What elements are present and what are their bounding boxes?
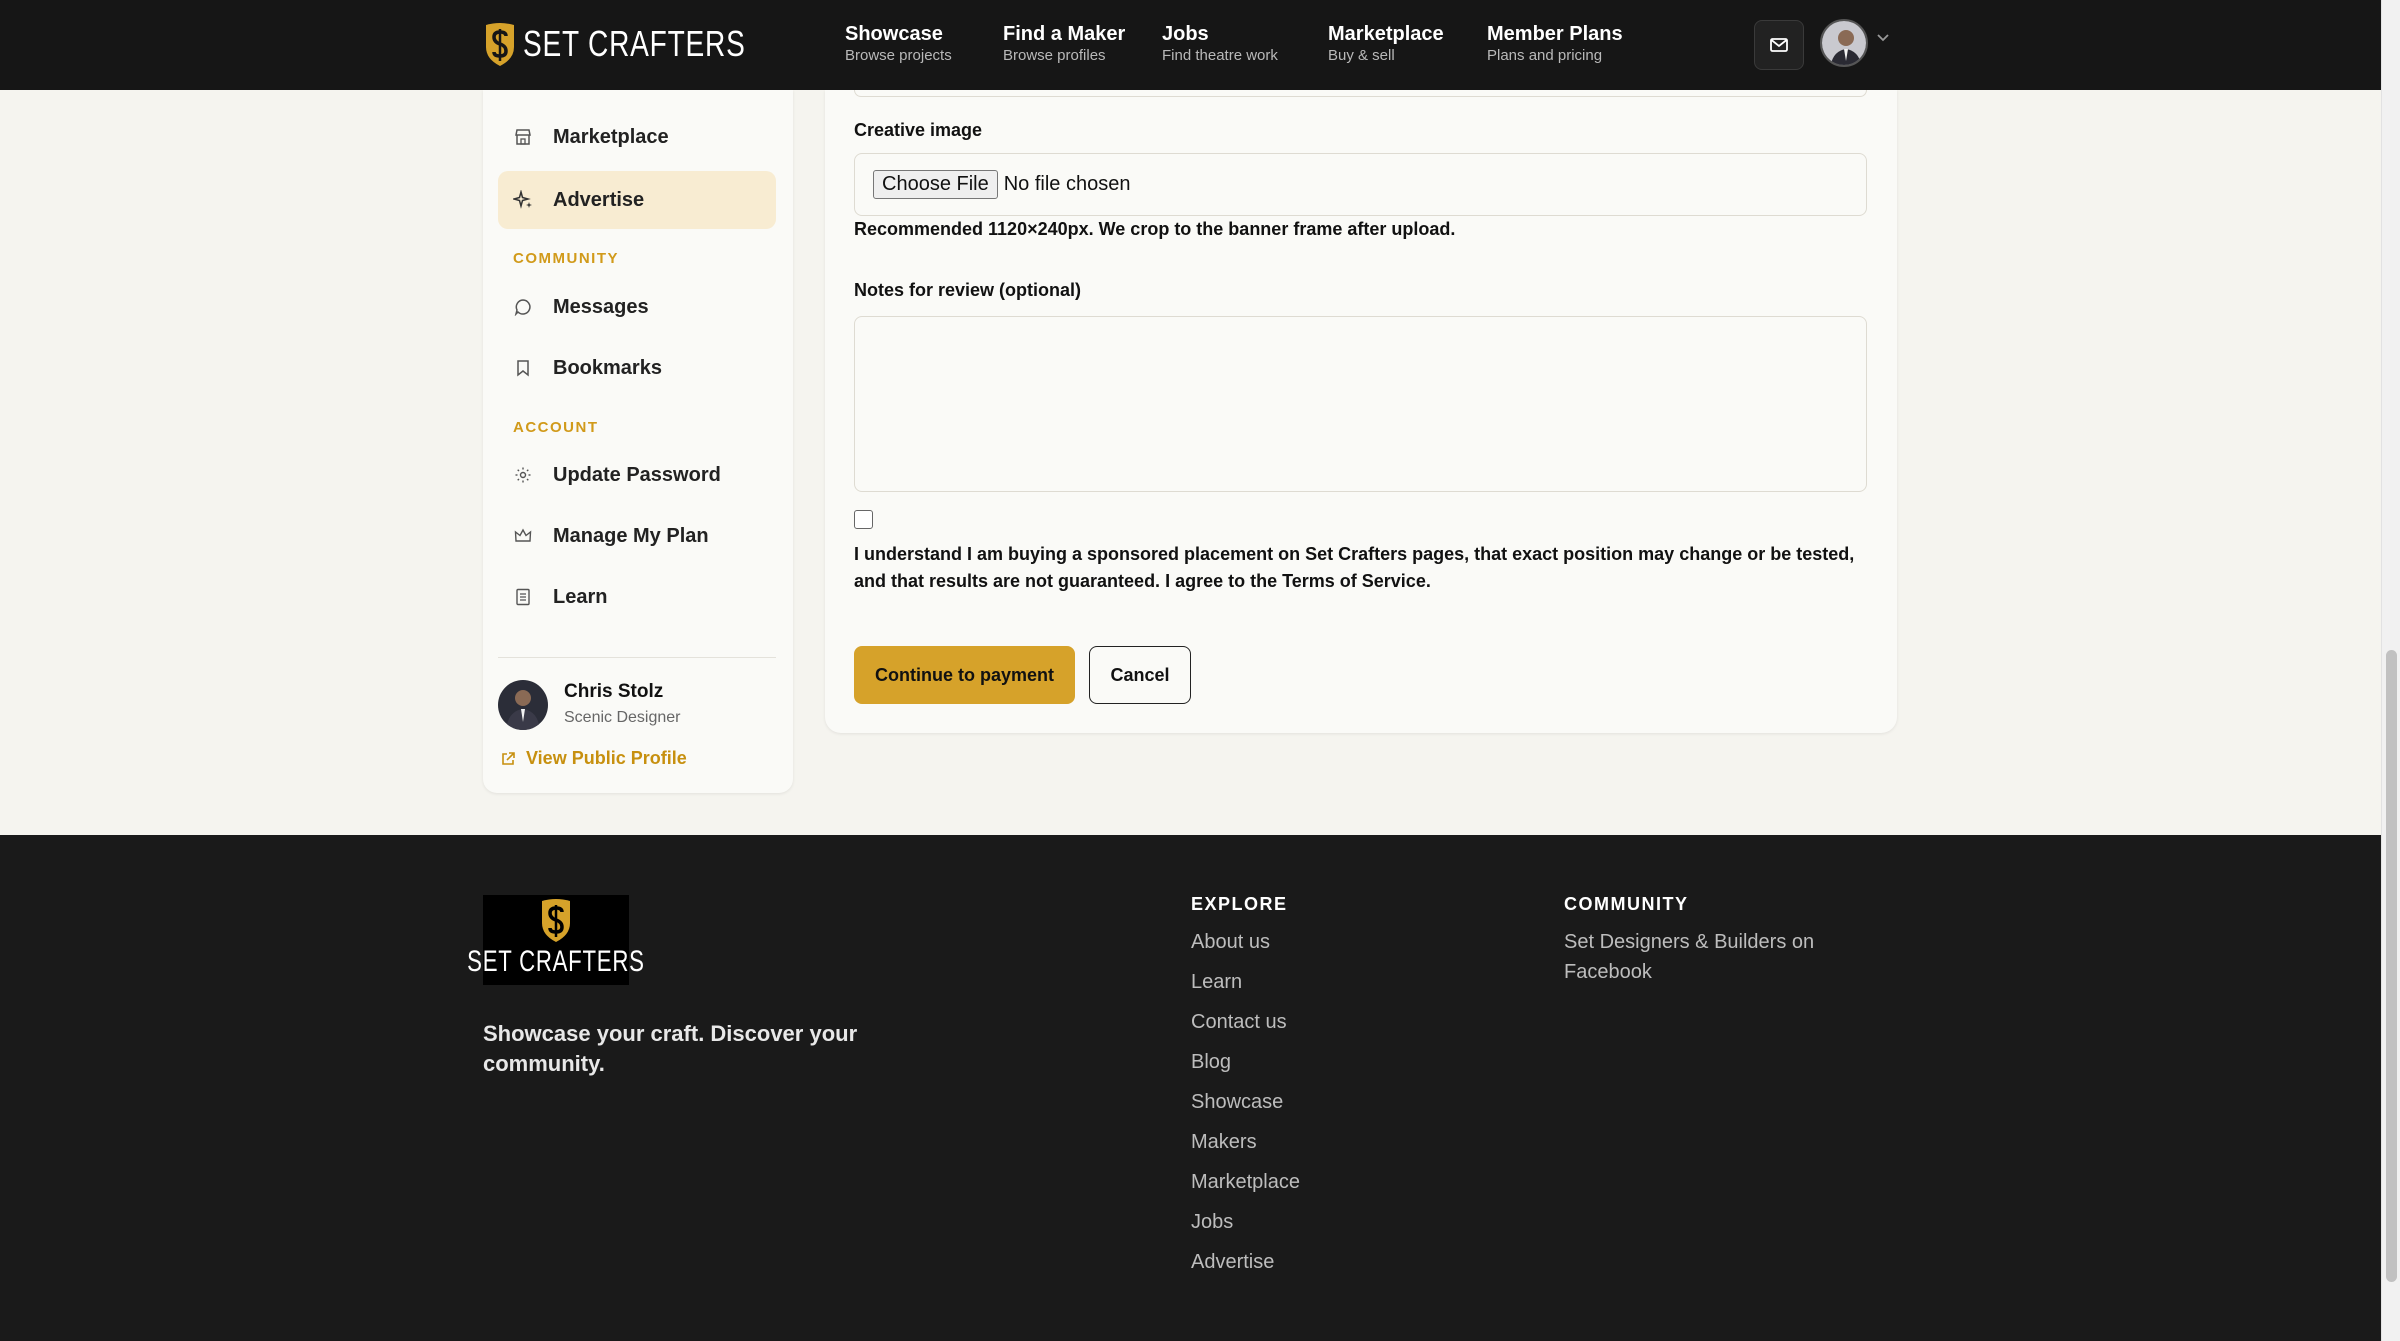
nav-marketplace[interactable]: Marketplace Buy & sell xyxy=(1328,22,1444,66)
chat-bubble-icon xyxy=(513,297,533,317)
user-name: Chris Stolz xyxy=(564,681,664,702)
sidebar-item-label: Update Password xyxy=(553,463,721,486)
sidebar-item-label: Marketplace xyxy=(553,125,669,148)
avatar xyxy=(1822,21,1866,65)
storefront-icon xyxy=(513,127,533,147)
nav-find-a-maker[interactable]: Find a Maker Browse profiles xyxy=(1003,22,1125,66)
mail-icon xyxy=(1770,38,1788,52)
bookmark-icon xyxy=(513,358,533,378)
advertise-form-card: Creative image Choose File No file chose… xyxy=(825,90,1897,733)
brand-logo[interactable]: SET CRAFTERS xyxy=(483,20,808,68)
nav-subtitle: Browse projects xyxy=(845,47,952,64)
page-scrollbar[interactable] xyxy=(2381,0,2400,1341)
sidebar-item-bookmarks[interactable]: Bookmarks xyxy=(498,339,776,397)
footer-brand-logo[interactable]: SET CRAFTERS xyxy=(467,895,644,985)
sidebar-item-messages[interactable]: Messages xyxy=(498,278,776,336)
sidebar-item-learn[interactable]: Learn xyxy=(498,568,776,626)
user-role: Scenic Designer xyxy=(564,709,681,726)
footer-link-jobs[interactable]: Jobs xyxy=(1191,1207,1233,1237)
view-public-profile-link[interactable]: View Public Profile xyxy=(500,748,687,769)
sidebar-item-label: Learn xyxy=(553,585,608,608)
sidebar-item-manage-my-plan[interactable]: Manage My Plan xyxy=(498,507,776,565)
footer-link-facebook-group[interactable]: Set Designers & Builders on Facebook xyxy=(1564,927,1834,987)
shield-logo-icon xyxy=(542,899,570,942)
sidebar-item-label: Advertise xyxy=(553,188,645,211)
nav-member-plans[interactable]: Member Plans Plans and pricing xyxy=(1487,22,1623,66)
continue-to-payment-button[interactable]: Continue to payment xyxy=(854,646,1075,704)
creative-image-file-input[interactable]: Choose File No file chosen xyxy=(854,153,1867,216)
sidebar-item-label: Messages xyxy=(553,295,649,318)
top-navbar: SET CRAFTERS Showcase Browse projects Fi… xyxy=(0,0,2381,90)
nav-jobs[interactable]: Jobs Find theatre work xyxy=(1162,22,1278,66)
user-avatar-menu[interactable] xyxy=(1820,19,1868,67)
previous-field-edge xyxy=(854,90,1867,97)
nav-title: Find a Maker xyxy=(1003,23,1126,45)
footer-link-contact-us[interactable]: Contact us xyxy=(1191,1007,1287,1037)
site-footer: SET CRAFTERS Showcase your craft. Discov… xyxy=(0,835,2381,1341)
footer-link-about-us[interactable]: About us xyxy=(1191,927,1270,957)
sparkle-icon xyxy=(513,190,533,210)
account-sidebar: Marketplace Advertise COMMUNITY Messages… xyxy=(483,90,793,793)
nav-showcase[interactable]: Showcase Browse projects xyxy=(845,22,952,66)
notes-textarea[interactable] xyxy=(854,316,1867,492)
nav-subtitle: Browse profiles xyxy=(1003,47,1106,64)
nav-subtitle: Find theatre work xyxy=(1162,47,1278,64)
nav-subtitle: Buy & sell xyxy=(1328,47,1395,64)
sidebar-item-label: Manage My Plan xyxy=(553,524,709,547)
creative-image-label: Creative image xyxy=(854,120,983,140)
external-link-icon xyxy=(502,751,515,765)
scrollbar-thumb[interactable] xyxy=(2386,650,2397,1282)
gear-icon xyxy=(513,465,533,485)
footer-link-marketplace[interactable]: Marketplace xyxy=(1191,1167,1300,1197)
footer-link-makers[interactable]: Makers xyxy=(1191,1127,1257,1157)
nav-title: Jobs xyxy=(1162,23,1209,45)
choose-file-button[interactable]: Choose File xyxy=(873,170,998,199)
creative-image-hint: Recommended 1120×240px. We crop to the b… xyxy=(854,219,1456,239)
cancel-button[interactable]: Cancel xyxy=(1089,646,1191,704)
view-public-profile-label: View Public Profile xyxy=(526,748,687,768)
shield-logo-icon xyxy=(486,23,514,66)
footer-tagline: Showcase your craft. Discover your commu… xyxy=(483,1021,858,1076)
nav-title: Showcase xyxy=(845,23,943,45)
sidebar-item-label: Bookmarks xyxy=(553,356,662,379)
footer-link-blog[interactable]: Blog xyxy=(1191,1047,1231,1077)
footer-explore-heading: EXPLORE xyxy=(1191,894,1288,914)
chevron-down-icon[interactable] xyxy=(1876,33,1890,43)
avatar xyxy=(498,680,548,730)
nav-title: Marketplace xyxy=(1328,23,1444,45)
footer-brand-name: SET CRAFTERS xyxy=(467,945,645,978)
sidebar-section-account: ACCOUNT xyxy=(513,419,599,436)
sidebar-item-marketplace[interactable]: Marketplace xyxy=(498,108,776,166)
nav-subtitle: Plans and pricing xyxy=(1487,47,1603,64)
sidebar-divider xyxy=(498,657,776,658)
footer-link-showcase[interactable]: Showcase xyxy=(1191,1087,1283,1117)
footer-link-learn[interactable]: Learn xyxy=(1191,967,1242,997)
sidebar-item-advertise[interactable]: Advertise xyxy=(498,171,776,229)
nav-title: Member Plans xyxy=(1487,23,1623,45)
sidebar-item-update-password[interactable]: Update Password xyxy=(498,446,776,504)
brand-name: SET CRAFTERS xyxy=(523,23,746,64)
notes-label: Notes for review (optional) xyxy=(854,280,1082,300)
file-status: No file chosen xyxy=(1003,173,1131,195)
book-icon xyxy=(513,587,533,607)
agree-checkbox[interactable] xyxy=(854,510,873,529)
sidebar-section-community: COMMUNITY xyxy=(513,250,619,267)
footer-community-heading: COMMUNITY xyxy=(1564,894,1689,914)
footer-link-advertise[interactable]: Advertise xyxy=(1191,1247,1274,1277)
messages-button[interactable] xyxy=(1754,20,1804,70)
crown-icon xyxy=(513,526,533,546)
agree-text: I understand I am buying a sponsored pla… xyxy=(854,544,1855,591)
